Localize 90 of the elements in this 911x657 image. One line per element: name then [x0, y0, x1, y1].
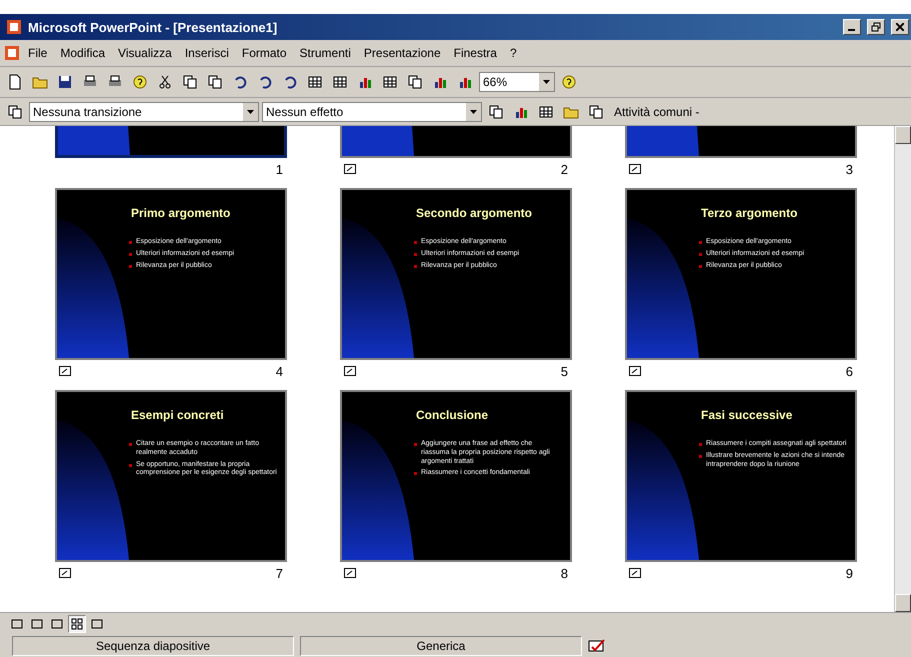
- bullet-icon: [699, 252, 702, 256]
- table-icon: [382, 74, 398, 90]
- slide-title: Primo argomento: [131, 206, 232, 220]
- slide-title: Terzo argomento: [701, 206, 798, 220]
- caret-icon: [470, 110, 477, 114]
- window-title: Microsoft PowerPoint - [Presentazione1]: [28, 20, 278, 34]
- transition-icon[interactable]: [629, 366, 641, 376]
- view-icon: [51, 618, 63, 630]
- slide-thumbnail[interactable]: [55, 126, 287, 158]
- bullet-icon: [414, 252, 417, 256]
- close-button[interactable]: [891, 19, 909, 35]
- slide-number: 6: [846, 364, 853, 378]
- bullet-icon: [414, 241, 417, 244]
- copy-icon: [207, 74, 223, 90]
- transition-icon[interactable]: [344, 568, 356, 578]
- menu-item[interactable]: ?: [504, 44, 522, 62]
- bullet-icon: [414, 264, 417, 268]
- tasks-button[interactable]: Attività comuni -: [610, 102, 704, 120]
- transition-icon[interactable]: [344, 366, 356, 376]
- restore-icon: [871, 22, 881, 32]
- copy-icon: [407, 74, 423, 90]
- bullet-icon: [414, 472, 417, 476]
- table-icon: [538, 104, 554, 120]
- slide-number: 8: [560, 566, 568, 580]
- view-icon: [91, 618, 103, 630]
- zoom-field[interactable]: 66%: [479, 72, 555, 92]
- minimize-button[interactable]: [843, 19, 861, 35]
- slide-title: Conclusione: [416, 408, 490, 422]
- view-icon: [71, 618, 83, 630]
- slide-number: 9: [846, 566, 853, 580]
- menu-item[interactable]: Presentazione: [358, 44, 446, 62]
- restore-button[interactable]: [867, 19, 885, 35]
- transition-icon[interactable]: [629, 568, 641, 578]
- table-icon: [307, 74, 323, 90]
- slide-title: Fasi successive: [701, 408, 794, 422]
- bullet-icon: [129, 464, 132, 466]
- table-icon: [332, 74, 348, 90]
- page-icon: [7, 74, 23, 90]
- copy-icon: [182, 74, 198, 90]
- bullet-icon: [129, 241, 132, 244]
- menu-item[interactable]: Formato: [236, 44, 292, 62]
- bullet-icon: [699, 443, 702, 446]
- transition-icon[interactable]: [629, 164, 641, 174]
- view-button[interactable]: [68, 615, 86, 633]
- slide-number: 4: [276, 364, 283, 378]
- copy-icon: [7, 104, 23, 120]
- copy-icon: [588, 104, 604, 120]
- transition-icon[interactable]: [59, 366, 71, 376]
- scissors-icon: [157, 74, 173, 90]
- status-text: Generica: [300, 636, 582, 656]
- status-text: Sequenza diapositive: [12, 636, 294, 656]
- effect-select[interactable]: Nessun effetto: [262, 102, 482, 122]
- bullet-icon: [699, 264, 702, 268]
- bullet-icon: [699, 454, 702, 458]
- menu-item[interactable]: Modifica: [55, 44, 110, 62]
- app-icon: [6, 19, 22, 35]
- menu-item[interactable]: File: [23, 44, 52, 62]
- copy-icon: [488, 104, 504, 120]
- bullet-icon: [129, 264, 132, 268]
- menu-item[interactable]: Visualizza: [113, 44, 177, 62]
- help-icon: [132, 74, 148, 90]
- slide-thumbnail[interactable]: [625, 126, 857, 158]
- transition-icon[interactable]: [344, 164, 356, 174]
- menu-item[interactable]: Inserisci: [180, 44, 234, 62]
- view-icon: [31, 618, 43, 630]
- menu-item[interactable]: Finestra: [448, 44, 502, 62]
- help-icon: [561, 74, 577, 90]
- slide-number: 5: [560, 364, 568, 378]
- slide-number: 1: [276, 162, 283, 176]
- transition-icon[interactable]: [59, 568, 71, 578]
- scrollbar[interactable]: [894, 126, 911, 612]
- slide-title: Esempi concreti: [131, 408, 225, 422]
- slide-number: 7: [276, 566, 283, 580]
- bullet-icon: [129, 252, 132, 256]
- document-icon: [4, 45, 20, 61]
- slide-title: Secondo argomento: [416, 206, 534, 220]
- slide-number: 3: [846, 162, 853, 176]
- caret-icon: [543, 80, 550, 84]
- caret-icon: [247, 110, 254, 114]
- slide-thumbnail[interactable]: [340, 126, 572, 158]
- bullet-icon: [699, 241, 702, 244]
- bullet-icon: [129, 443, 132, 446]
- slide-number: 2: [560, 162, 568, 176]
- bullet-icon: [414, 443, 417, 446]
- menu-item[interactable]: Strumenti: [294, 44, 356, 62]
- view-icon: [11, 618, 23, 630]
- spelling-check-icon: [588, 639, 606, 653]
- close-icon: [896, 23, 904, 31]
- background-arc: [58, 126, 130, 155]
- transition-select[interactable]: Nessuna transizione: [29, 102, 259, 122]
